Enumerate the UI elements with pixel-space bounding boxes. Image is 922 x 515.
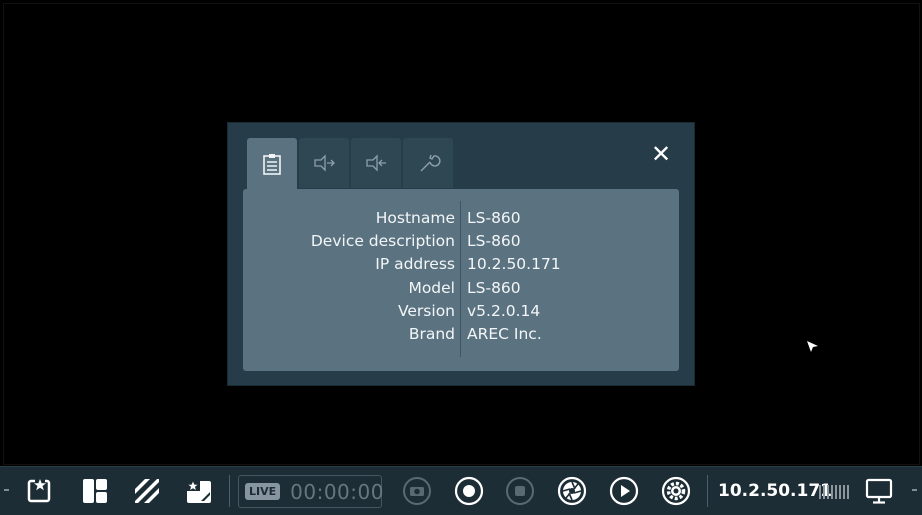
monitor-icon bbox=[865, 478, 893, 504]
layout-window-button[interactable] bbox=[182, 475, 216, 507]
stripes-button[interactable] bbox=[130, 475, 164, 507]
toolbar-separator bbox=[707, 475, 708, 507]
play-button[interactable] bbox=[608, 475, 640, 507]
layout-star-icon bbox=[27, 478, 51, 503]
model-label: Model bbox=[408, 278, 455, 297]
live-badge: LIVE bbox=[245, 483, 281, 500]
output-plug-icon bbox=[366, 154, 386, 172]
close-button[interactable]: ✕ bbox=[650, 140, 672, 168]
close-icon: ✕ bbox=[650, 140, 672, 168]
ip-address-display: 10.2.50.171 bbox=[718, 481, 833, 501]
hostname-label: Hostname bbox=[375, 208, 455, 227]
version-value: v5.2.0.14 bbox=[467, 301, 541, 320]
dialog-tabs bbox=[247, 138, 453, 190]
info-row: Brand AREC Inc. bbox=[243, 322, 679, 345]
signal-level-bars bbox=[819, 485, 849, 499]
layout-split-button[interactable] bbox=[78, 475, 112, 507]
brand-label: Brand bbox=[408, 325, 455, 344]
ip-address-label: IP address bbox=[375, 255, 455, 274]
play-icon bbox=[609, 476, 639, 506]
info-row: Version v5.2.0.14 bbox=[243, 299, 679, 322]
record-button[interactable] bbox=[453, 475, 485, 507]
ip-address-value: 10.2.50.171 bbox=[467, 255, 561, 274]
info-row: Model LS-860 bbox=[243, 276, 679, 299]
info-row: IP address 10.2.50.171 bbox=[243, 253, 679, 276]
brand-value: AREC Inc. bbox=[467, 325, 542, 344]
record-icon bbox=[454, 476, 484, 506]
device-description-label: Device description bbox=[310, 231, 455, 250]
left-edge-handle[interactable] bbox=[4, 489, 9, 491]
stripes-icon bbox=[135, 479, 159, 503]
settings-button[interactable] bbox=[660, 475, 692, 507]
snapshot-button[interactable] bbox=[556, 475, 588, 507]
version-label: Version bbox=[398, 301, 455, 320]
wrench-icon bbox=[420, 154, 441, 172]
recording-timer: 00:00:00 bbox=[290, 479, 384, 504]
info-row: Hostname LS-860 bbox=[243, 206, 679, 229]
info-rows: Hostname LS-860 Device description LS-860 … bbox=[243, 206, 679, 346]
info-panel: Hostname LS-860 Device description LS-860 … bbox=[243, 189, 679, 371]
layout-star-button[interactable] bbox=[22, 475, 56, 507]
input-plug-icon bbox=[314, 154, 335, 172]
camera-icon bbox=[403, 477, 431, 505]
bottom-toolbar: LIVE 00:00:00 10.2.50.171 bbox=[0, 466, 922, 515]
aperture-icon bbox=[557, 476, 587, 506]
tab-info[interactable] bbox=[247, 138, 297, 190]
right-edge-handle[interactable] bbox=[912, 489, 917, 491]
hostname-value: LS-860 bbox=[467, 208, 521, 227]
info-row: Device description LS-860 bbox=[243, 229, 679, 252]
mouse-cursor-icon bbox=[807, 341, 818, 352]
clipboard-icon bbox=[263, 154, 281, 175]
stop-icon bbox=[506, 477, 534, 505]
device-description-value: LS-860 bbox=[467, 231, 521, 250]
camera-button[interactable] bbox=[401, 475, 433, 507]
gear-icon bbox=[661, 476, 691, 506]
layout-split-icon bbox=[83, 479, 107, 503]
layout-window-icon bbox=[187, 481, 211, 503]
model-value: LS-860 bbox=[467, 278, 521, 297]
stop-button[interactable] bbox=[504, 475, 536, 507]
tab-output[interactable] bbox=[351, 138, 401, 188]
tab-tools[interactable] bbox=[403, 138, 453, 188]
toolbar-separator bbox=[229, 475, 230, 507]
device-info-dialog: ✕ Hostname LS-860 Device description LS-86… bbox=[228, 123, 694, 385]
recording-status: LIVE 00:00:00 bbox=[238, 475, 384, 508]
monitor-button[interactable] bbox=[862, 475, 896, 507]
tab-input[interactable] bbox=[299, 138, 349, 188]
